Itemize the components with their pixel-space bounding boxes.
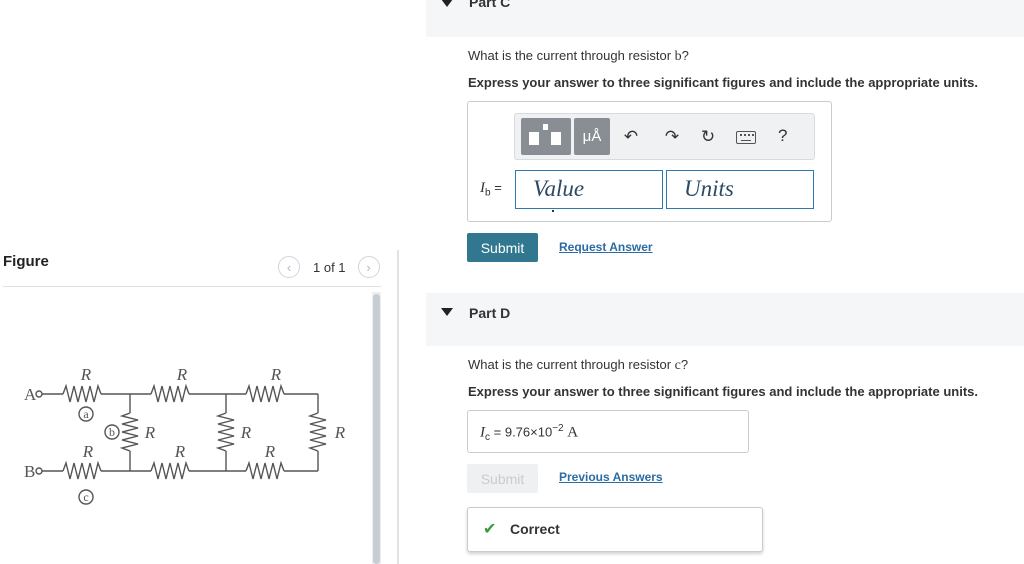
resistor-label: R bbox=[80, 365, 92, 384]
undo-icon[interactable]: ↶ bbox=[621, 126, 641, 148]
chevron-right-icon[interactable]: › bbox=[357, 256, 380, 278]
part-c-question: What is the current through resistor b? bbox=[468, 48, 689, 64]
resistor-top-1 bbox=[62, 383, 102, 403]
resistor-circuit-figure: R R R R R R R R R A B a b c bbox=[24, 365, 346, 505]
part-d-header[interactable]: Part D bbox=[426, 293, 1024, 346]
text-caret bbox=[552, 210, 554, 212]
units-placeholder: Units bbox=[684, 176, 734, 201]
resistor-label: R bbox=[82, 442, 94, 461]
figure-pager: ‹ 1 of 1 › bbox=[278, 256, 380, 278]
part-d-instruction: Express your answer to three significant… bbox=[468, 384, 978, 399]
resistor-bottom-1 bbox=[62, 460, 102, 480]
answer-unit: A bbox=[567, 424, 579, 441]
value-input[interactable]: Value bbox=[515, 170, 663, 209]
terminal-a-label: A bbox=[24, 385, 37, 404]
terminal-b-label: B bbox=[24, 462, 35, 481]
units-button[interactable]: μÅ bbox=[574, 118, 610, 155]
resistor-vertical-1 bbox=[119, 412, 139, 452]
help-button[interactable]: ? bbox=[778, 126, 787, 146]
resistor-top-3 bbox=[245, 383, 285, 403]
resistor-bottom-2 bbox=[150, 460, 190, 480]
resistor-bottom-3 bbox=[245, 460, 285, 480]
answer-exponent: −2 bbox=[552, 423, 564, 434]
part-d-submitted-answer: Ic = 9.76×10−2 A bbox=[467, 410, 749, 453]
resistor-top-2 bbox=[150, 383, 190, 403]
resistor-label: R bbox=[334, 423, 346, 442]
figure-scrollbar-thumb[interactable] bbox=[373, 294, 380, 564]
resistor-label: R bbox=[174, 442, 186, 461]
reset-icon[interactable]: ↻ bbox=[698, 126, 718, 148]
figure-title: Figure bbox=[3, 253, 49, 270]
node-c-label: c bbox=[83, 490, 88, 504]
value-placeholder: Value bbox=[533, 176, 585, 201]
current-variable-label: Ib = bbox=[480, 180, 502, 199]
feedback-text: Correct bbox=[510, 521, 560, 537]
part-d-title: Part D bbox=[469, 305, 511, 321]
submit-button[interactable]: Submit bbox=[467, 233, 538, 262]
resistor-label: R bbox=[270, 365, 282, 384]
part-d-question: What is the current through resistor c? bbox=[468, 357, 689, 373]
request-answer-link[interactable]: Request Answer bbox=[559, 240, 653, 254]
chevron-left-icon[interactable]: ‹ bbox=[278, 256, 300, 278]
redo-icon[interactable]: ↷ bbox=[662, 126, 682, 148]
part-c-header[interactable]: Part C bbox=[426, 0, 1024, 37]
resistor-label: R bbox=[240, 423, 252, 442]
figure-page-count: 1 of 1 bbox=[313, 259, 346, 275]
resistor-label: R bbox=[176, 365, 188, 384]
part-c-instruction: Express your answer to three significant… bbox=[468, 75, 978, 90]
resistor-vertical-3 bbox=[307, 412, 327, 452]
resistor-symbol: b bbox=[674, 49, 682, 64]
templates-button[interactable] bbox=[521, 118, 571, 155]
collapse-triangle-icon bbox=[441, 308, 453, 316]
feedback-correct: ✔ Correct bbox=[467, 507, 763, 552]
node-b-label: b bbox=[109, 425, 115, 439]
panel-divider bbox=[397, 250, 399, 564]
part-c-title: Part C bbox=[469, 0, 511, 10]
node-a-label: a bbox=[83, 407, 89, 421]
collapse-triangle-icon bbox=[441, 0, 453, 7]
resistor-label: R bbox=[144, 423, 156, 442]
resistor-vertical-2 bbox=[215, 412, 235, 452]
previous-answers-link[interactable]: Previous Answers bbox=[559, 470, 663, 484]
answer-value: 9.76×10 bbox=[504, 424, 553, 440]
keyboard-icon[interactable] bbox=[736, 131, 756, 144]
figure-divider bbox=[3, 286, 381, 287]
checkmark-icon: ✔ bbox=[483, 521, 497, 538]
units-input[interactable]: Units bbox=[666, 170, 814, 209]
submit-button-disabled: Submit bbox=[467, 464, 538, 493]
resistor-label: R bbox=[264, 442, 276, 461]
